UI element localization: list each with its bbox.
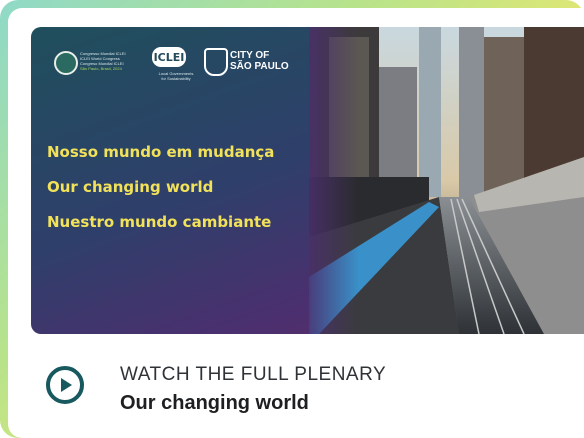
headline-spanish: Nuestro mundo cambiante: [47, 213, 272, 231]
city-seal-icon: [204, 48, 228, 76]
city-line-2: SÃO PAULO: [230, 61, 289, 72]
play-icon: [61, 378, 72, 392]
iclei-badge: ICLEI: [152, 47, 186, 67]
congress-logo-text: Congresso Mundial ICLEI ICLEI World Cong…: [80, 51, 142, 71]
plenary-title[interactable]: Our changing world: [120, 392, 309, 415]
footer: WATCH THE FULL PLENARY Our changing worl…: [43, 357, 573, 423]
city-train-illustration: [309, 27, 584, 334]
city-logo-text: CITY OF SÃO PAULO: [230, 50, 320, 72]
city-train-photo: [309, 27, 584, 334]
video-thumbnail[interactable]: Congresso Mundial ICLEI ICLEI World Cong…: [31, 27, 584, 334]
headline-portuguese: Nosso mundo em mudança: [47, 143, 275, 161]
city-line-1: CITY OF: [230, 50, 270, 61]
headline-english: Our changing world: [47, 178, 214, 196]
iclei-sub-line-2: for Sustainability: [161, 76, 191, 81]
iclei-world-congress-logo-icon: [54, 51, 78, 75]
iclei-sub: Local Governments for Sustainability: [154, 71, 198, 81]
play-circle-icon[interactable]: [46, 366, 84, 404]
watch-full-plenary-label[interactable]: WATCH THE FULL PLENARY: [120, 364, 386, 386]
congress-sub: São Paulo, Brasil, 2024: [80, 66, 122, 71]
iclei-logo: ICLEI Local Governments for Sustainabili…: [152, 47, 196, 83]
